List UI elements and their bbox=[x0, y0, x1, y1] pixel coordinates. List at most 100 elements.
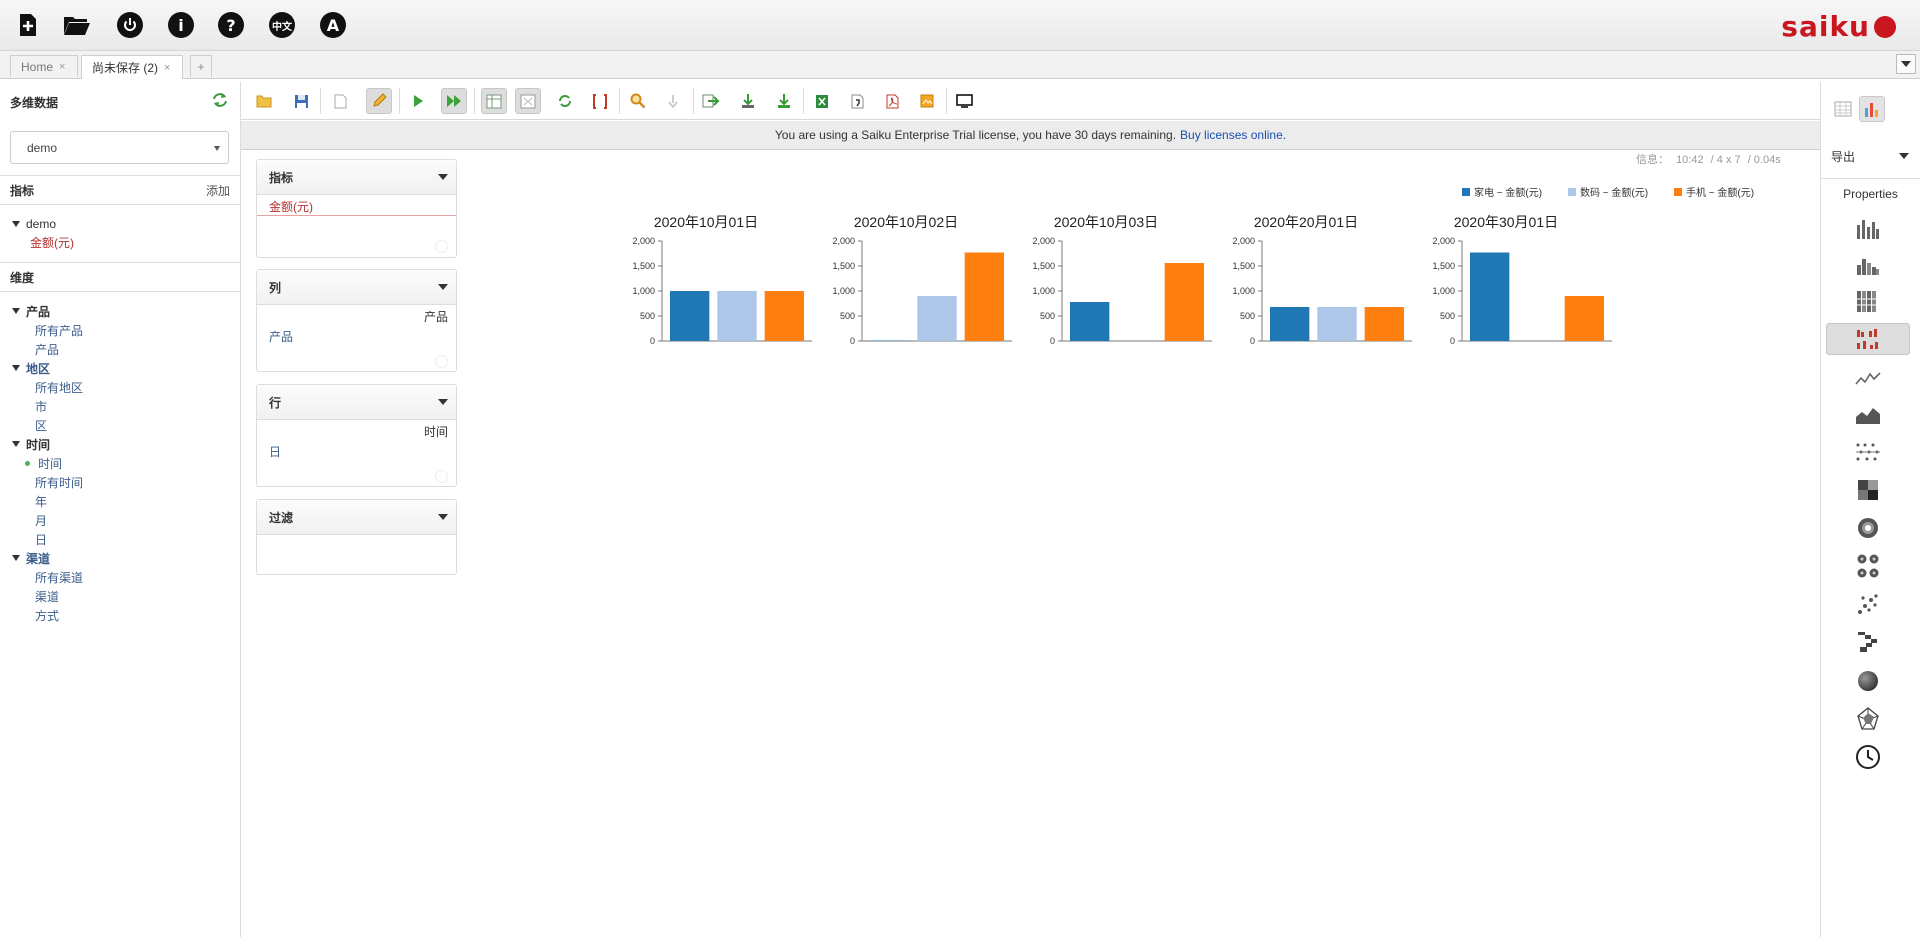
cube-select[interactable]: demo bbox=[10, 131, 229, 164]
level-all-channels[interactable]: 所有渠道 bbox=[35, 568, 83, 586]
export-drillthrough-icon[interactable] bbox=[735, 88, 761, 114]
chevron-down-icon[interactable] bbox=[438, 399, 448, 405]
level-city[interactable]: 市 bbox=[35, 397, 47, 415]
columns-dropzone-header[interactable]: 列 bbox=[257, 270, 456, 305]
save-icon[interactable] bbox=[288, 88, 314, 114]
non-empty-icon[interactable] bbox=[587, 88, 613, 114]
selected-measure[interactable]: 金额(元) bbox=[269, 198, 313, 215]
tab-query-close-icon[interactable]: × bbox=[164, 62, 170, 74]
y-tick-label: 1,500 bbox=[1232, 261, 1255, 271]
export-menu-button[interactable]: 导出 bbox=[1831, 143, 1911, 169]
clock-icon[interactable] bbox=[1826, 741, 1910, 773]
edit-pencil-icon[interactable] bbox=[366, 88, 392, 114]
bar bbox=[764, 291, 804, 341]
y-tick-label: 0 bbox=[850, 336, 855, 346]
level-day[interactable]: 日 bbox=[35, 530, 47, 548]
tab-list-menu-button[interactable] bbox=[1896, 54, 1916, 74]
level-all-time[interactable]: 所有时间 bbox=[35, 473, 83, 491]
tab-home[interactable]: Home × bbox=[10, 55, 78, 77]
export-csv-icon[interactable] bbox=[844, 88, 870, 114]
new-tab-button[interactable]: + bbox=[190, 55, 212, 77]
level-all-products[interactable]: 所有产品 bbox=[35, 321, 83, 339]
chevron-down-icon[interactable] bbox=[438, 514, 448, 520]
chart-mode-icon[interactable] bbox=[1859, 96, 1885, 122]
info-label: 信息： bbox=[1636, 154, 1669, 166]
chevron-down-icon[interactable] bbox=[438, 284, 448, 290]
admin-icon[interactable]: A bbox=[318, 10, 348, 40]
level-district[interactable]: 区 bbox=[35, 416, 47, 434]
level-all-regions[interactable]: 所有地区 bbox=[35, 378, 83, 396]
dimension-region[interactable]: 地区 bbox=[12, 359, 50, 377]
tab-query[interactable]: 尚未保存 (2) × bbox=[81, 55, 183, 79]
measure-item-amount[interactable]: 金额(元) bbox=[30, 233, 74, 251]
legend-swatch bbox=[1568, 188, 1576, 196]
refresh-cubes-icon[interactable] bbox=[212, 92, 228, 108]
new-document-icon[interactable] bbox=[327, 88, 353, 114]
bar-chart-icon[interactable] bbox=[1826, 212, 1910, 244]
bar bbox=[870, 340, 910, 341]
drill-across-icon[interactable] bbox=[698, 88, 724, 114]
about-icon[interactable]: i bbox=[166, 10, 196, 40]
toggle-fields-icon[interactable] bbox=[481, 88, 507, 114]
stacked-bar-icon[interactable] bbox=[1826, 249, 1910, 281]
new-query-icon[interactable] bbox=[13, 10, 43, 40]
open-query-icon[interactable] bbox=[62, 10, 92, 40]
open-icon[interactable] bbox=[251, 88, 277, 114]
rows-dropzone-header[interactable]: 行 bbox=[257, 385, 456, 420]
legend-swatch bbox=[1462, 188, 1470, 196]
heatgrid-icon[interactable] bbox=[1826, 474, 1910, 506]
chevron-down-icon[interactable] bbox=[438, 174, 448, 180]
level-month[interactable]: 月 bbox=[35, 511, 47, 529]
tab-query-label: 尚未保存 (2) bbox=[92, 61, 159, 75]
measures-dropzone[interactable]: 指标 金额(元) bbox=[256, 159, 457, 258]
fullscreen-icon[interactable] bbox=[951, 88, 977, 114]
automatic-execution-icon[interactable] bbox=[441, 88, 467, 114]
add-measure-button[interactable]: 添加 bbox=[206, 182, 230, 199]
stacked-100-bar-icon[interactable] bbox=[1826, 285, 1910, 317]
tab-home-close-icon[interactable]: × bbox=[59, 61, 65, 73]
line-chart-icon[interactable] bbox=[1826, 362, 1910, 394]
level-year[interactable]: 年 bbox=[35, 492, 47, 510]
waterfall-icon[interactable] bbox=[1826, 626, 1910, 658]
radar-icon[interactable] bbox=[1826, 703, 1910, 735]
dimension-channel[interactable]: 渠道 bbox=[12, 549, 50, 567]
area-chart-icon[interactable] bbox=[1826, 399, 1910, 431]
measure-group-demo[interactable]: demo bbox=[12, 215, 56, 233]
swap-axis-icon[interactable] bbox=[552, 88, 578, 114]
toggle-sidebar-icon[interactable] bbox=[515, 88, 541, 114]
columns-dropzone[interactable]: 列 产品 产品 bbox=[256, 269, 457, 372]
filter-dropzone-header[interactable]: 过滤 bbox=[257, 500, 456, 535]
dot-chart-icon[interactable] bbox=[1826, 436, 1910, 468]
measures-section-header: 指标 添加 bbox=[0, 175, 240, 205]
search-icon[interactable] bbox=[625, 88, 651, 114]
multiple-bar-icon[interactable] bbox=[1826, 323, 1910, 355]
export-png-icon[interactable] bbox=[914, 88, 940, 114]
level-product[interactable]: 产品 bbox=[35, 340, 59, 358]
hierarchy-time[interactable]: 时间 bbox=[25, 454, 62, 472]
export-pdf-icon[interactable] bbox=[879, 88, 905, 114]
run-query-icon[interactable] bbox=[405, 88, 431, 114]
help-icon[interactable]: ? bbox=[216, 10, 246, 40]
columns-level-item[interactable]: 产品 bbox=[269, 328, 293, 345]
bar bbox=[1317, 307, 1357, 341]
sunburst-icon[interactable] bbox=[1826, 512, 1910, 544]
level-method[interactable]: 方式 bbox=[35, 606, 59, 624]
properties-label[interactable]: Properties bbox=[1821, 178, 1920, 201]
language-icon[interactable]: 中文 bbox=[267, 10, 297, 40]
table-mode-icon[interactable] bbox=[1830, 96, 1856, 122]
buy-licenses-link[interactable]: Buy licenses online. bbox=[1180, 128, 1286, 142]
multi-pie-icon[interactable] bbox=[1826, 550, 1910, 582]
dimension-time[interactable]: 时间 bbox=[12, 435, 50, 453]
rows-dropzone[interactable]: 行 时间 日 bbox=[256, 384, 457, 487]
level-channel[interactable]: 渠道 bbox=[35, 587, 59, 605]
measures-dropzone-header[interactable]: 指标 bbox=[257, 160, 456, 195]
export-excel-icon[interactable] bbox=[809, 88, 835, 114]
bubble-icon[interactable] bbox=[1826, 665, 1910, 697]
drill-down-icon[interactable] bbox=[660, 88, 686, 114]
filter-dropzone[interactable]: 过滤 bbox=[256, 499, 457, 575]
dimension-product[interactable]: 产品 bbox=[12, 302, 50, 320]
export-csv-drill-icon[interactable] bbox=[771, 88, 797, 114]
rows-level-item[interactable]: 日 bbox=[269, 443, 281, 460]
scatter-icon[interactable] bbox=[1826, 588, 1910, 620]
logout-icon[interactable] bbox=[115, 10, 145, 40]
